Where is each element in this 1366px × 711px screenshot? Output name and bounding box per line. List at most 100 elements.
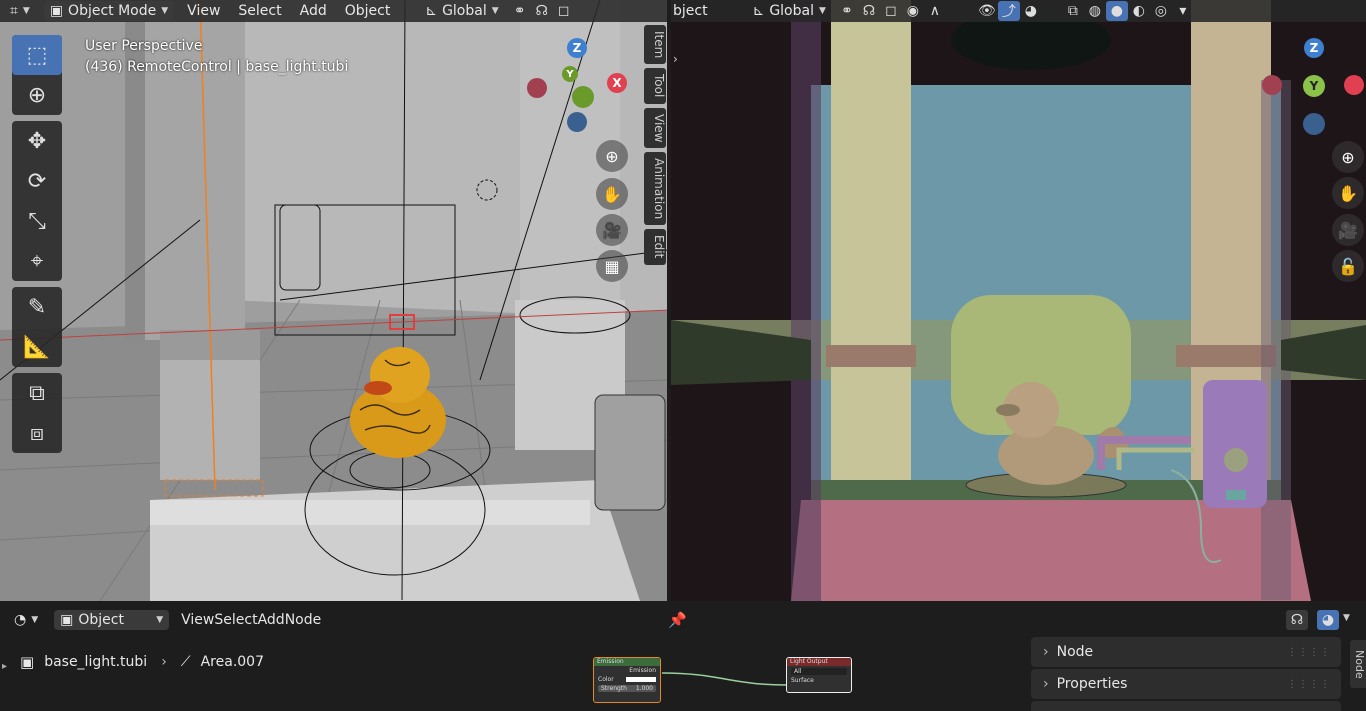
breadcrumb-separator-icon: › [161,654,167,670]
zoom-icon[interactable]: ⊕ [1332,141,1364,173]
ne-menu-add[interactable]: Add [258,612,285,628]
transform-object-tool-icon[interactable]: ⧈ [12,413,62,453]
falloff-icon[interactable]: ∧ [924,1,946,21]
node-editor-type-dropdown[interactable]: ◔ ▼ [8,610,44,630]
panel-properties[interactable]: › Properties ⋮⋮⋮⋮ [1031,669,1341,699]
menu-view[interactable]: View [178,3,229,19]
shader-type-label: Object [78,612,124,628]
tab-node[interactable]: Node [1350,640,1366,688]
panel-node[interactable]: › Node ⋮⋮⋮⋮ [1031,637,1341,667]
proportional-edit-icon[interactable]: ◻ [553,1,575,21]
transform-tool-icon[interactable]: ⌖ [12,241,62,281]
gizmo-neg-y-axis[interactable] [572,86,594,108]
shading-options-icon[interactable]: ▾ [1172,1,1194,21]
light-output-node[interactable]: Light Output All Surface [786,657,852,693]
gizmo-toggle-icon[interactable]: ⤴ [997,1,1020,21]
gizmo-y-axis-right[interactable]: Y [1303,75,1325,97]
gizmo-z-axis-right[interactable]: Z [1304,38,1324,58]
color-input-label: Color [598,676,614,683]
mode-label: Object Mode [68,3,157,19]
pan-hand-icon[interactable]: ✋ [1332,177,1364,209]
pin-icon[interactable]: 📌 [668,611,687,629]
orientation-icon: ⊾ [752,3,765,19]
drag-grip-icon[interactable]: ⋮⋮⋮⋮ [1287,647,1331,658]
overlay-dropdown-icon[interactable]: ▼ [1343,613,1350,623]
menu-object[interactable]: Object [336,3,400,19]
xray-icon[interactable]: ⧉ [1062,1,1084,21]
sidebar-expand-icon[interactable]: › [673,52,678,66]
viewport-right[interactable]: bject ⊾ Global ▼ ⚭ ☊ ◻ ◉ ∧ 👁 ⤴ ◕ ⧉ ◍ ● ◐… [671,0,1366,601]
editor-type-dropdown[interactable]: ⌗ ▼ [4,1,36,21]
camera-icon[interactable]: 🎥 [596,214,628,246]
target-dropdown[interactable]: All [791,668,847,675]
tab-edit[interactable]: Edit [644,229,666,265]
snap-node-icon[interactable]: ☊ [1286,610,1308,630]
gizmo-y-axis[interactable]: Y [562,66,578,82]
color-swatch[interactable] [625,677,656,682]
overlays-icon[interactable]: ◕ [1020,1,1042,21]
ne-menu-view[interactable]: View [181,612,214,628]
pivot-icon[interactable]: ⚭ [836,1,858,21]
collapse-arrow-icon[interactable]: ▸ [2,661,7,672]
light-output-title: Light Output [787,658,851,666]
material-shading-icon[interactable]: ◐ [1128,1,1150,21]
shader-type-dropdown[interactable]: ▣ Object ▼ [54,610,170,630]
tool-shelf: ⬚ ⊕ ✥ ⟳ ⤡ ⌖ ✎ 📐 ⧉ ⧈ [12,35,62,459]
object-icon: ▣ [60,612,74,628]
emission-output-socket: Emission [629,667,656,674]
gizmo-neg-x-axis[interactable] [527,78,547,98]
emission-node[interactable]: Emission Emission Color Strength 1.000 [593,657,661,703]
move-tool-icon[interactable]: ✥ [12,121,62,161]
panel-properties-label: Properties [1056,676,1128,692]
overlay-dot-icon[interactable]: ◉ [902,1,924,21]
add-cube-tool-icon[interactable]: ⧉ [12,373,62,413]
node-overlay-icon[interactable]: ◕ [1317,610,1339,630]
visibility-icon[interactable]: 👁 [976,1,998,21]
strength-field[interactable]: Strength 1.000 [598,685,656,692]
tab-tool[interactable]: Tool [644,68,666,104]
solid-shading-icon[interactable]: ● [1105,1,1128,21]
node-editor[interactable]: ◔ ▼ ▣ Object ▼ View Select Add Node 📌 ☊ ◕… [0,603,1366,711]
gizmo-z-axis[interactable]: Z [567,38,587,58]
menu-select[interactable]: Select [229,3,290,19]
tab-animation[interactable]: Animation [644,152,666,226]
viewport-left[interactable]: ⌗ ▼ ▣ Object Mode ▼ View Select Add Objec… [0,0,669,601]
camera-icon[interactable]: 🎥 [1332,214,1364,246]
pivot-icon[interactable]: ⚭ [509,1,531,21]
annotate-tool-icon[interactable]: ✎ [12,287,62,327]
right-orientation-dropdown[interactable]: ⊾ Global ▼ [747,1,832,21]
ne-menu-node[interactable]: Node [285,612,322,628]
rotate-tool-icon[interactable]: ⟳ [12,161,62,201]
zoom-icon[interactable]: ⊕ [596,140,628,172]
rendered-shading-icon[interactable]: ◎ [1150,1,1172,21]
wireframe-shading-icon[interactable]: ◍ [1084,1,1106,21]
gizmo-neg-z-axis[interactable] [567,112,587,132]
lock-icon[interactable]: 🔓 [1332,250,1364,282]
select-box-tool-icon[interactable]: ⬚ [12,35,62,75]
snap-icon[interactable]: ☊ [531,1,553,21]
gizmo-neg-x-axis-right[interactable] [1262,75,1282,95]
tab-view[interactable]: View [644,107,666,149]
ne-menu-select[interactable]: Select [214,612,257,628]
menu-object-cut[interactable]: bject [671,3,717,19]
grid-toggle-icon[interactable]: ▦ [596,250,628,282]
drag-grip-icon[interactable]: ⋮⋮⋮⋮ [1287,679,1331,690]
transform-orientation-dropdown[interactable]: ⊾ Global ▼ [419,1,504,21]
gizmo-x-axis[interactable]: X [607,73,627,93]
right-orientation-label: Global [769,3,814,19]
scale-tool-icon[interactable]: ⤡ [12,201,62,241]
menu-add[interactable]: Add [291,3,336,19]
gizmo-x-axis-right[interactable] [1344,75,1364,95]
panel-next[interactable] [1031,701,1341,711]
cursor-tool-icon[interactable]: ⊕ [12,75,62,115]
tab-item[interactable]: Item [644,25,666,65]
viewport-right-header: bject ⊾ Global ▼ ⚭ ☊ ◻ ◉ ∧ 👁 ⤴ ◕ ⧉ ◍ ● ◐… [671,0,1366,22]
scene-render-left [0,0,667,601]
snap-icon[interactable]: ☊ [858,1,880,21]
mode-dropdown[interactable]: ▣ Object Mode ▼ [43,1,175,21]
pan-hand-icon[interactable]: ✋ [596,178,628,210]
measure-tool-icon[interactable]: 📐 [12,327,62,367]
breadcrumb-object: base_light.tubi [44,654,148,670]
proportional-edit-icon[interactable]: ◻ [880,1,902,21]
gizmo-neg-z-axis-right[interactable] [1303,113,1325,135]
